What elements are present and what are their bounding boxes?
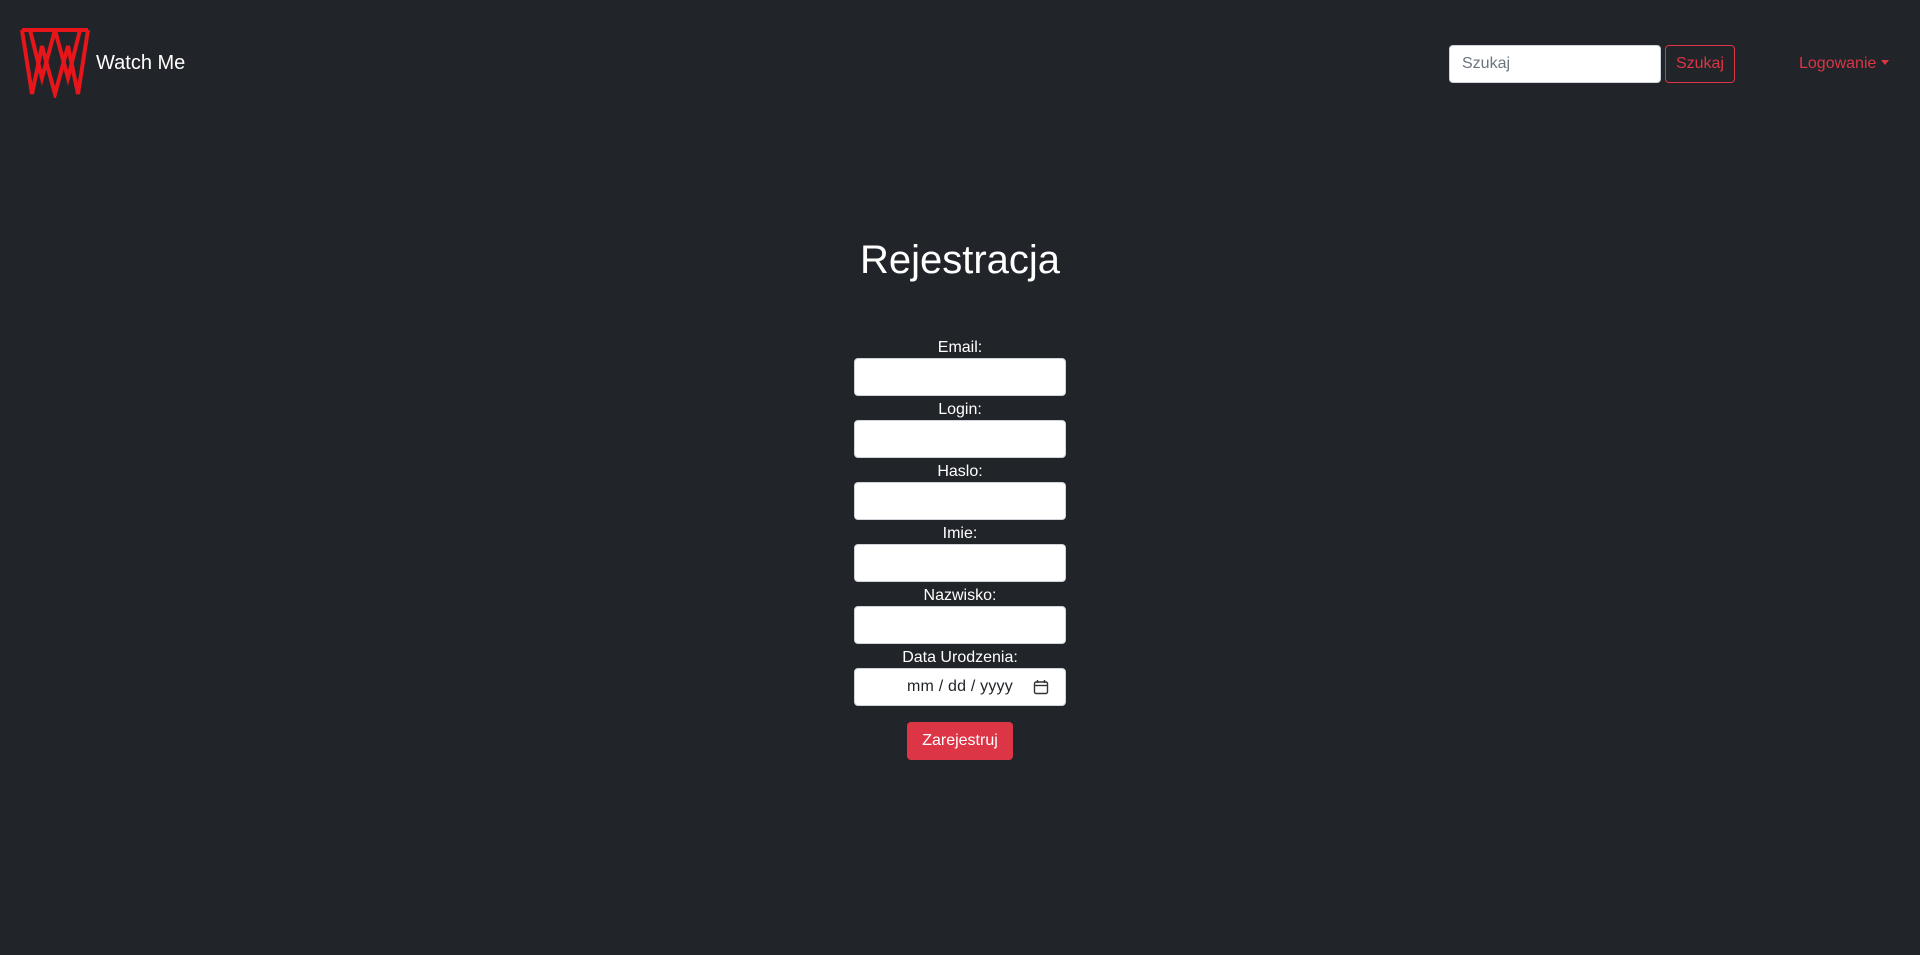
registration-form: Email: Login: Haslo: Imie: Nazwisko: Dat… bbox=[854, 338, 1066, 760]
login-dropdown-label: Logowanie bbox=[1799, 55, 1877, 72]
first-name-label: Imie: bbox=[942, 525, 978, 542]
calendar-icon[interactable] bbox=[1033, 679, 1049, 695]
password-label: Haslo: bbox=[937, 463, 983, 480]
password-field[interactable] bbox=[854, 482, 1066, 520]
login-label: Login: bbox=[938, 401, 982, 418]
brand-link[interactable]: Watch Me bbox=[20, 28, 185, 98]
birth-date-label: Data Urodzenia: bbox=[902, 649, 1018, 666]
register-button[interactable]: Zarejestruj bbox=[907, 722, 1013, 760]
watch-me-logo-icon bbox=[20, 28, 90, 98]
first-name-field[interactable] bbox=[854, 544, 1066, 582]
birth-date-placeholder: mm / dd / yyyy bbox=[907, 678, 1013, 695]
search-input[interactable] bbox=[1449, 45, 1661, 83]
last-name-label: Nazwisko: bbox=[923, 587, 997, 604]
login-field[interactable] bbox=[854, 420, 1066, 458]
login-dropdown[interactable]: Logowanie bbox=[1799, 55, 1890, 73]
search-form: Szukaj bbox=[1449, 45, 1735, 83]
caret-down-icon bbox=[1881, 59, 1890, 65]
last-name-field[interactable] bbox=[854, 606, 1066, 644]
page-title: Rejestracja bbox=[859, 238, 1061, 282]
email-field[interactable] bbox=[854, 358, 1066, 396]
search-button[interactable]: Szukaj bbox=[1665, 45, 1735, 83]
navbar: Watch Me Szukaj Logowanie bbox=[0, 0, 1920, 130]
birth-date-field[interactable]: mm / dd / yyyy bbox=[854, 668, 1066, 706]
brand-name: Watch Me bbox=[96, 51, 186, 74]
email-label: Email: bbox=[937, 339, 983, 356]
